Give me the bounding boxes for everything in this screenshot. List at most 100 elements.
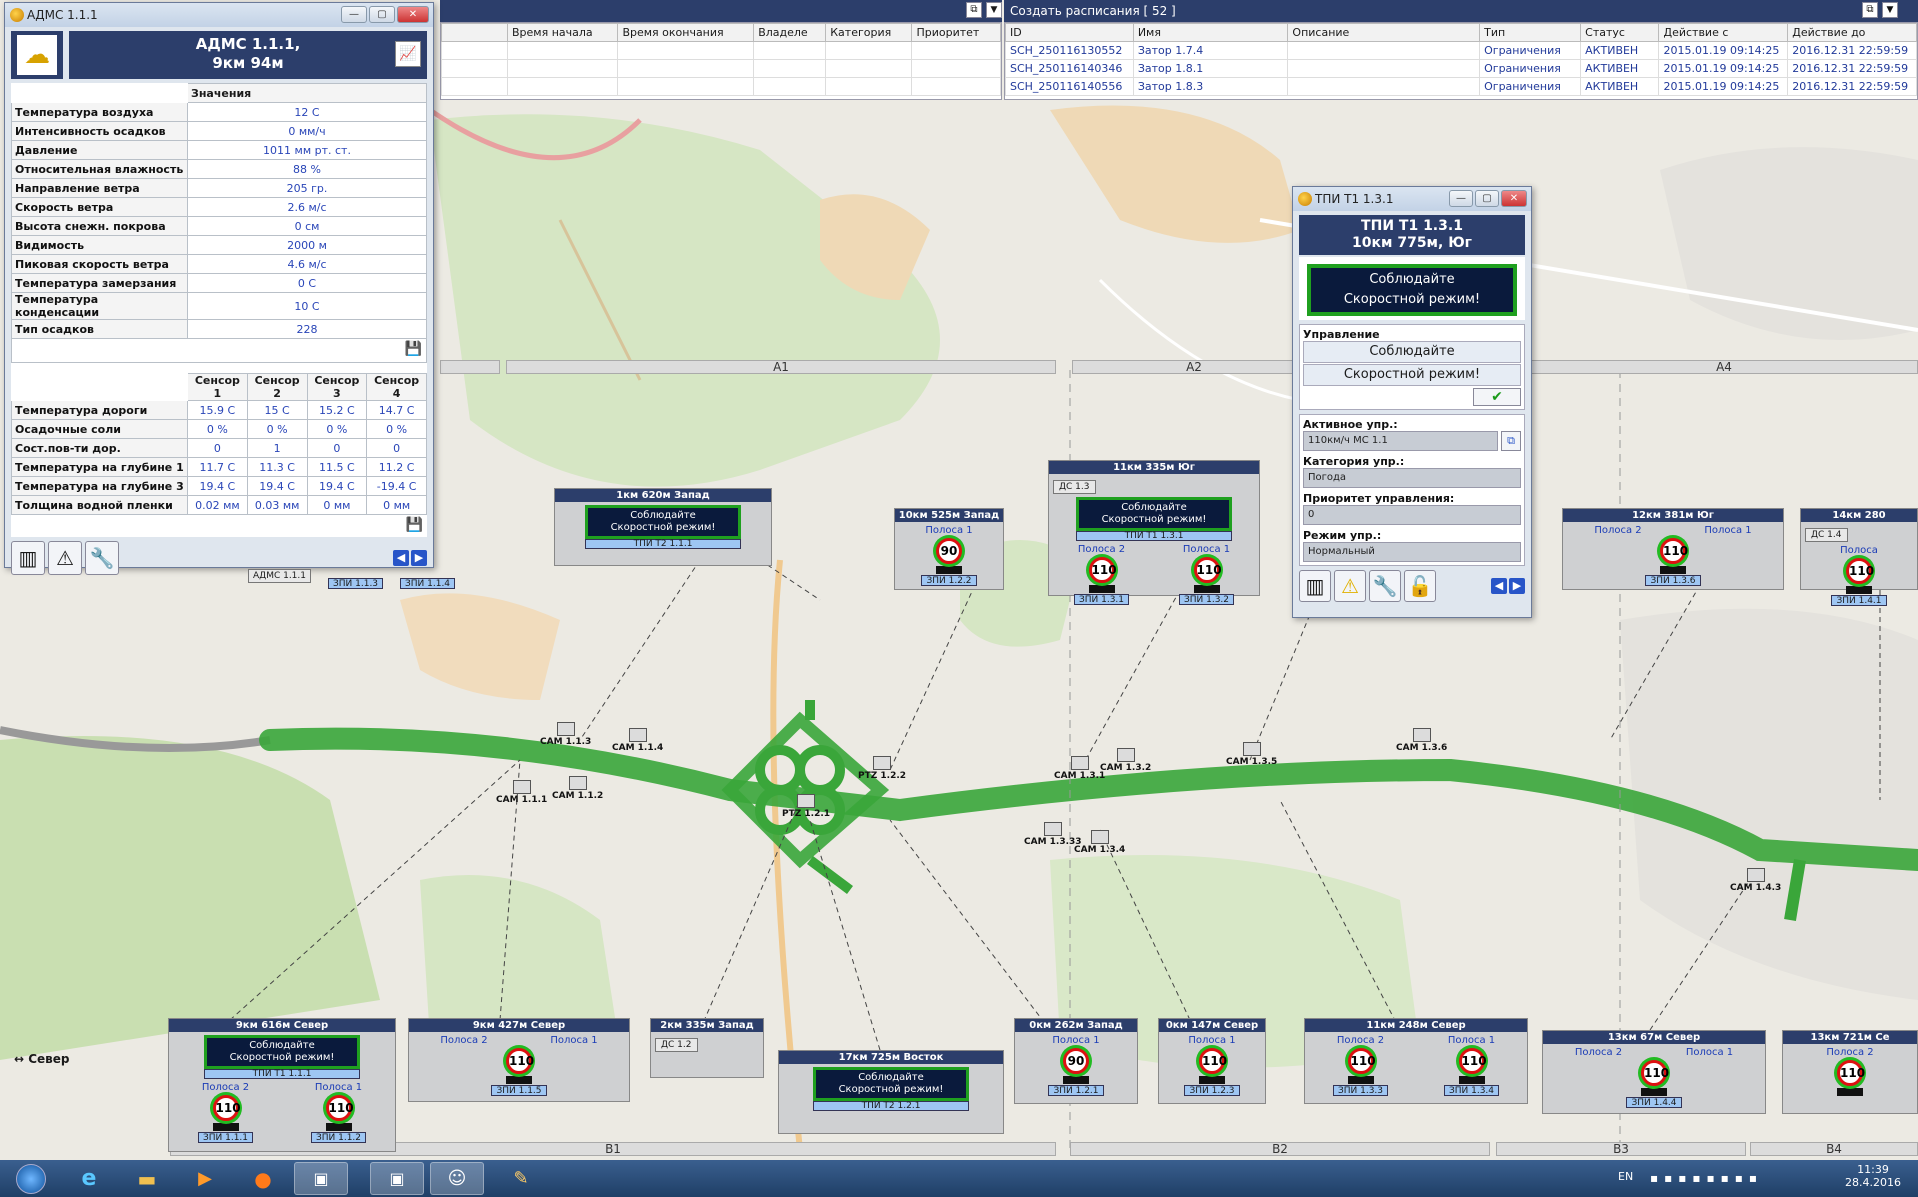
table-row[interactable] [441, 77, 1001, 96]
column-header[interactable]: Статус [1580, 23, 1660, 42]
device-list-icon[interactable]: ▥ [11, 541, 45, 575]
external-link-icon[interactable]: ⧉ [1862, 2, 1878, 18]
clock[interactable]: 11:39 28.4.2016 [1838, 1163, 1908, 1189]
tray-icons[interactable]: ▪▪▪▪▪▪▪▪ [1650, 1171, 1763, 1185]
sign-label[interactable]: ЗПИ 1.3.4 [1443, 1085, 1500, 1096]
unlock-icon[interactable]: 🔓 [1404, 570, 1436, 602]
sign-label[interactable]: ЗПИ 1.2.2 [921, 575, 977, 586]
device-panel[interactable]: 11км 248м Север Полоса 2 Полоса 1 110 ЗПИ 1.… [1304, 1018, 1528, 1104]
sign-label[interactable]: ЗПИ 1.1.5 [491, 1085, 547, 1096]
camera-marker[interactable]: CAM 1.1.1 [496, 780, 547, 805]
camera-marker[interactable]: PTZ 1.2.1 [782, 794, 830, 819]
table-row[interactable]: SCH_250116140346 Затор 1.8.1 Ограничения АК… [1005, 59, 1917, 78]
control-line-input[interactable]: Скоростной режим! [1303, 364, 1521, 386]
camera-marker[interactable]: CAM 1.1.3 [540, 722, 591, 747]
control-line-input[interactable]: Соблюдайте [1303, 341, 1521, 363]
speed-limit-sign[interactable]: 90 [1063, 1048, 1089, 1074]
wrench-icon[interactable]: 🔧 [85, 541, 119, 575]
maximize-button[interactable]: ▢ [1475, 190, 1499, 207]
vms-label[interactable]: ТПИ Т1 1.3.1 [1076, 531, 1232, 541]
mode-field[interactable]: Нормальный [1303, 542, 1521, 562]
sign-label[interactable]: ЗПИ 1.3.1 [1073, 594, 1130, 605]
table-row[interactable] [441, 41, 1001, 60]
camera-marker[interactable]: CAM 1.3.1 [1054, 756, 1105, 781]
external-link-icon[interactable]: ⧉ [966, 2, 982, 18]
close-button[interactable]: ✕ [397, 6, 429, 23]
media-player-icon[interactable]: ▶ [178, 1162, 232, 1195]
maximize-button[interactable]: ▢ [369, 6, 395, 23]
vms-label[interactable]: ТПИ Т1 1.1.1 [204, 1069, 360, 1079]
col-blank[interactable] [441, 23, 508, 42]
device-panel[interactable]: 13км 67м Север Полоса 2 Полоса 1 110 ЗПИ 1.4… [1542, 1030, 1766, 1114]
warning-icon[interactable]: ⚠ [48, 541, 82, 575]
device-list-icon[interactable]: ▥ [1299, 570, 1331, 602]
col-owner[interactable]: Владеле [753, 23, 827, 42]
speed-limit-sign[interactable]: 110 [1458, 1048, 1487, 1074]
speed-limit-sign[interactable]: 110 [1660, 538, 1688, 564]
app-window-icon[interactable]: ▣ [294, 1162, 348, 1195]
sign-label[interactable]: ЗПИ 1.1.4 [400, 578, 456, 589]
col-start[interactable]: Время начала [506, 23, 619, 42]
chevron-down-icon[interactable]: ▼ [986, 2, 1002, 18]
table-row[interactable] [441, 59, 1001, 78]
camera-marker[interactable]: CAM 1.4.3 [1730, 868, 1781, 893]
speed-limit-sign[interactable]: 110 [325, 1095, 354, 1121]
prev-arrow-icon[interactable]: ◀ [393, 550, 409, 566]
device-panel[interactable]: 9км 616м Север Соблюдайте Скоростной режим… [168, 1018, 396, 1152]
zone-a1[interactable]: A1 [506, 360, 1056, 374]
save-icon[interactable]: 💾 [406, 517, 423, 533]
ie-icon[interactable]: e [62, 1162, 116, 1195]
zone-b2[interactable]: B2 [1070, 1142, 1490, 1156]
camera-marker[interactable]: CAM 1.3.4 [1074, 830, 1125, 855]
sign-label[interactable]: ЗПИ 1.3.2 [1178, 594, 1235, 605]
adms-window[interactable]: АДМС 1.1.1 — ▢ ✕ ☁ АДМС 1.1.1, 9км 94м 📈… [4, 2, 434, 575]
camera-marker[interactable]: CAM 1.3.2 [1100, 748, 1151, 773]
next-arrow-icon[interactable]: ▶ [1509, 578, 1525, 594]
zone-b3[interactable]: B3 [1496, 1142, 1746, 1156]
camera-marker[interactable]: CAM 1.3.6 [1396, 728, 1447, 753]
speed-limit-sign[interactable]: 110 [1641, 1060, 1669, 1086]
sign-label[interactable]: ЗПИ 1.4.1 [1831, 595, 1887, 606]
device-panel[interactable]: 9км 427м Север Полоса 2 Полоса 1 110 ЗПИ 1.1… [408, 1018, 630, 1102]
column-header[interactable]: Описание [1287, 23, 1481, 42]
minimize-button[interactable]: — [1449, 190, 1473, 207]
speed-limit-sign[interactable]: 110 [1837, 1060, 1865, 1086]
vms-display[interactable]: Соблюдайте Скоростной режим! [585, 505, 741, 539]
device-panel[interactable]: 2км 335м Запад ДС 1.2 [650, 1018, 764, 1078]
sign-label[interactable]: ЗПИ 1.1.3 [328, 578, 384, 589]
user-avatar-icon[interactable]: ☺ [430, 1162, 484, 1195]
vms-label[interactable]: ТПИ Т2 1.1.1 [585, 539, 741, 549]
speed-limit-sign[interactable]: 110 [1199, 1048, 1227, 1074]
priority-field[interactable]: 0 [1303, 505, 1521, 525]
ds-label[interactable]: ДС 1.2 [655, 1038, 698, 1052]
adms-titlebar[interactable]: АДМС 1.1.1 — ▢ ✕ [5, 3, 433, 27]
ds-label[interactable]: ДС 1.4 [1805, 528, 1848, 542]
sign-label[interactable]: ЗПИ 1.1.2 [310, 1132, 367, 1143]
vms-display[interactable]: Соблюдайте Скоростной режим! [204, 1035, 360, 1069]
adms-map-label[interactable]: АДМС 1.1.1 [248, 569, 311, 583]
language-indicator[interactable]: EN [1618, 1170, 1633, 1183]
speed-limit-sign[interactable]: 90 [936, 538, 962, 564]
vms-display[interactable]: Соблюдайте Скоростной режим! [1076, 497, 1232, 531]
sign-label[interactable]: ЗПИ 1.2.3 [1184, 1085, 1240, 1096]
firefox-icon[interactable]: ● [236, 1162, 290, 1195]
warning-icon[interactable]: ⚠ [1334, 570, 1366, 602]
schedule-grid[interactable]: ID Имя Описание Тип Статус Действие с Действие… [1004, 22, 1918, 100]
camera-marker[interactable]: CAM 1.1.2 [552, 776, 603, 801]
col-category[interactable]: Категория [825, 23, 913, 42]
speed-limit-sign[interactable]: 110 [1088, 557, 1117, 583]
paint-icon[interactable]: ✎ [494, 1162, 548, 1195]
camera-marker[interactable]: CAM 1.1.4 [612, 728, 663, 753]
chart-icon[interactable]: 📈 [395, 41, 421, 67]
device-panel[interactable]: 1км 620м Запад Соблюдайте Скоростной режим… [554, 488, 772, 566]
camera-marker[interactable]: CAM 1.3.33 [1024, 822, 1082, 847]
table-row[interactable]: SCH_250116130552 Затор 1.7.4 Ограничения АК… [1005, 41, 1917, 60]
column-header[interactable]: Действие до [1787, 23, 1917, 42]
column-header[interactable]: ID [1005, 23, 1134, 42]
sign-label[interactable]: ЗПИ 1.3.6 [1645, 575, 1701, 586]
device-panel[interactable]: 17км 725м Восток Соблюдайте Скоростной реж… [778, 1050, 1004, 1134]
start-button[interactable] [4, 1162, 58, 1195]
table-row[interactable]: SCH_250116140556 Затор 1.8.3 Ограничения АК… [1005, 77, 1917, 96]
zone-a2[interactable]: A2 [1072, 360, 1316, 374]
vms-label[interactable]: ТПИ Т2 1.2.1 [813, 1101, 969, 1111]
